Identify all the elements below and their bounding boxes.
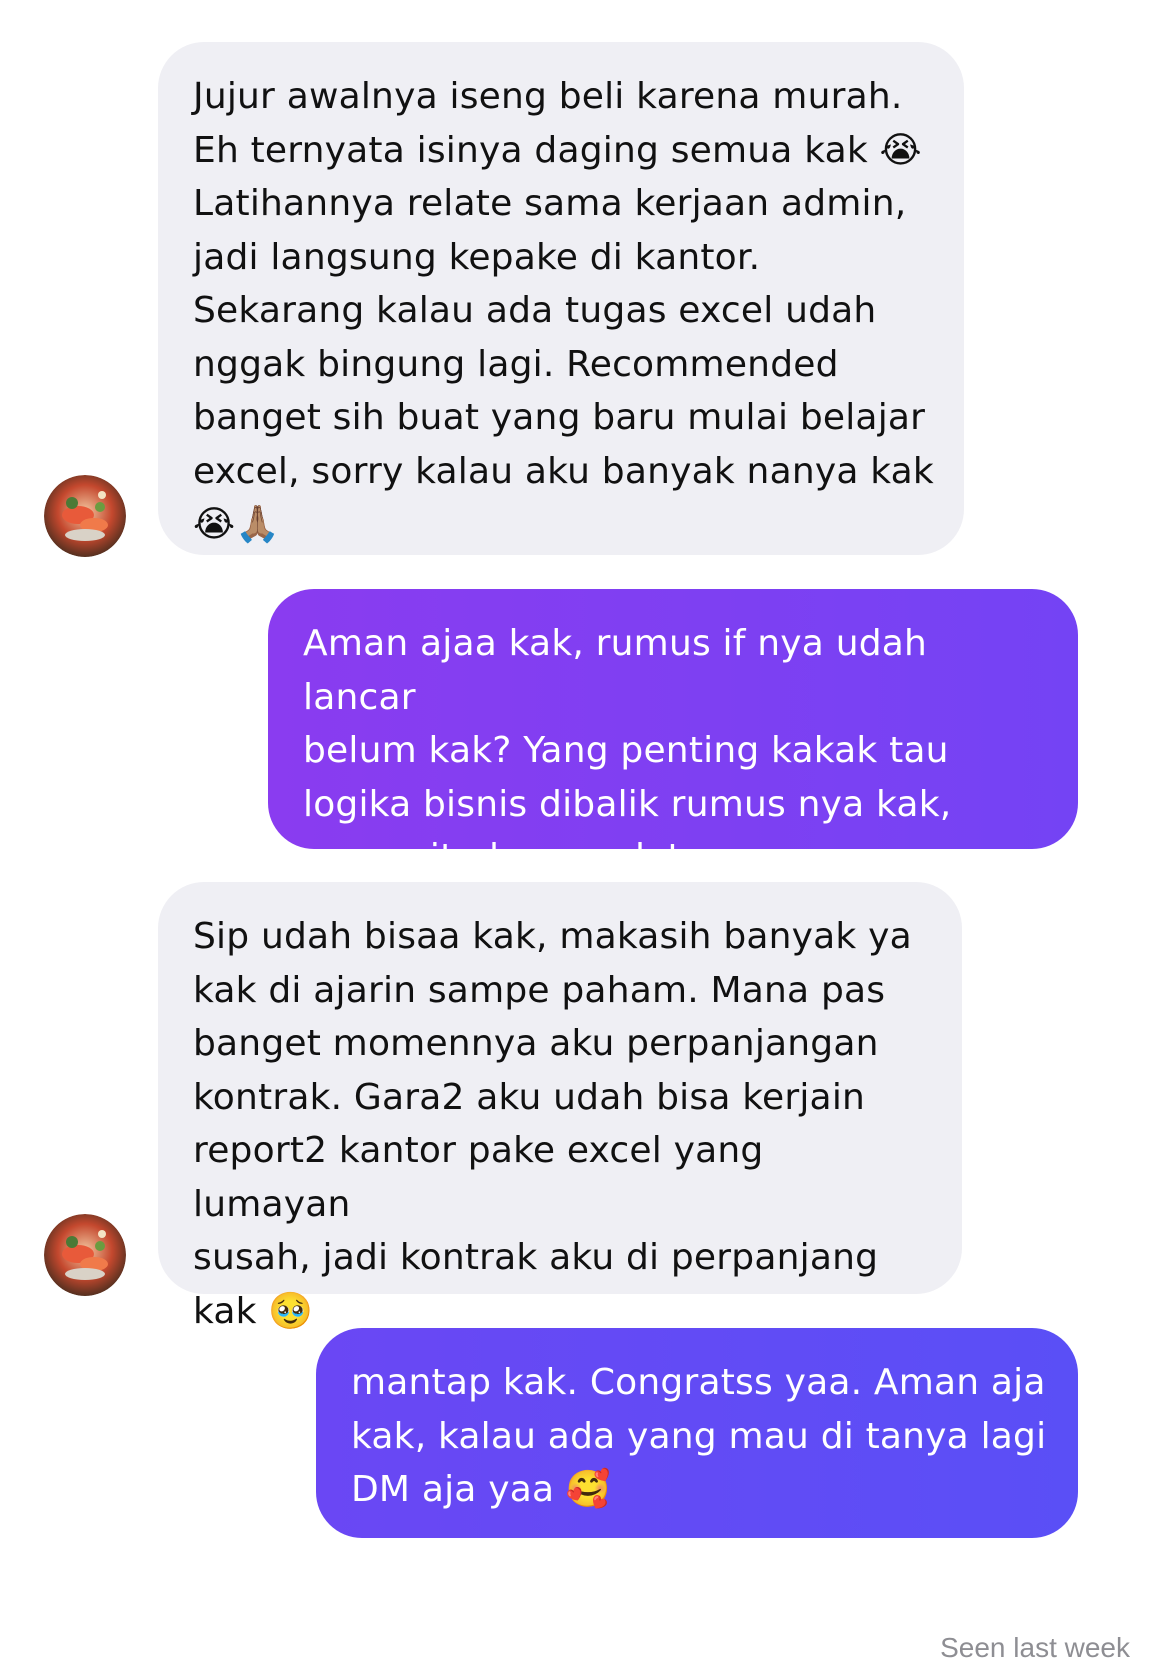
- message-bubble-incoming[interactable]: Sip udah bisaa kak, makasih banyak ya ka…: [158, 882, 962, 1332]
- sender-avatar-icon[interactable]: [44, 475, 126, 557]
- sender-avatar-icon[interactable]: [44, 1214, 126, 1296]
- chat-thread: Jujur awalnya iseng beli karena murah. E…: [0, 0, 1170, 1668]
- message-bubble-outgoing[interactable]: mantap kak. Congratss yaa. Aman aja kak,…: [316, 1328, 1078, 1538]
- seen-status-label: Seen last week: [940, 1632, 1130, 1663]
- message-bubble-incoming[interactable]: Jujur awalnya iseng beli karena murah. E…: [158, 42, 964, 555]
- message-bubble-outgoing[interactable]: Aman ajaa kak, rumus if nya udah lancar …: [268, 589, 1078, 878]
